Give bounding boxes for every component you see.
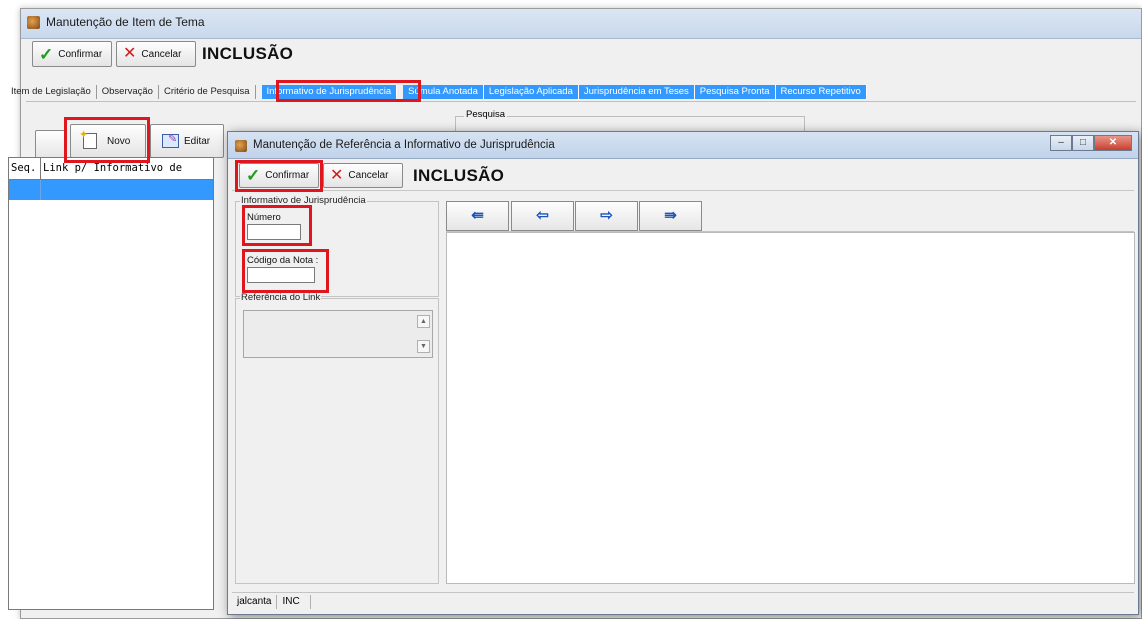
scroll-down-icon[interactable]: ▼ bbox=[417, 340, 430, 353]
status-mode: INC bbox=[277, 594, 312, 609]
check-icon: ✓ bbox=[39, 44, 54, 64]
close-icon: ✕ bbox=[123, 45, 137, 62]
group-referencia-legend: Referência do Link bbox=[240, 292, 322, 303]
inner-titlebar: Manutenção de Referência a Informativo d… bbox=[228, 132, 1138, 159]
new-button[interactable]: ✦ Novo bbox=[70, 124, 146, 158]
group-informativo-legend: Informativo de Jurisprudência bbox=[240, 195, 367, 206]
items-grid[interactable]: Seq. Link p/ Informativo de bbox=[8, 157, 214, 610]
numero-field[interactable] bbox=[247, 224, 301, 240]
outer-window-title: Manutenção de Item de Tema bbox=[46, 15, 205, 29]
last-record-icon[interactable]: ⇛ bbox=[639, 201, 702, 231]
codigo-nota-field[interactable] bbox=[247, 267, 315, 283]
grid-col-link[interactable]: Link p/ Informativo de bbox=[41, 158, 213, 179]
tab-informativo-jurisprudencia[interactable]: Informativo de Jurisprudência bbox=[261, 85, 398, 99]
outer-tab-bar: Item de Legislação Observação Critério d… bbox=[6, 85, 867, 99]
tab-criterio-pesquisa[interactable]: Critério de Pesquisa bbox=[159, 85, 256, 99]
outer-cancel-button[interactable]: ✕ Cancelar bbox=[116, 41, 196, 67]
inner-cancel-button[interactable]: ✕ Cancelar bbox=[323, 163, 403, 188]
outer-blank-button[interactable] bbox=[35, 130, 67, 160]
referencia-memo[interactable]: ▲ ▼ bbox=[243, 310, 433, 358]
window-controls: – □ ✕ bbox=[1050, 135, 1132, 151]
grid-header: Seq. Link p/ Informativo de bbox=[9, 158, 213, 180]
first-record-icon[interactable]: ⇚ bbox=[446, 201, 509, 231]
inner-mode-title: INCLUSÃO bbox=[413, 166, 505, 185]
inner-cancel-label: Cancelar bbox=[348, 170, 389, 181]
tab-pesquisa-pronta[interactable]: Pesquisa Pronta bbox=[694, 85, 776, 99]
outer-cancel-label: Cancelar bbox=[141, 48, 182, 60]
search-group-legend: Pesquisa bbox=[464, 109, 508, 120]
scroll-up-icon[interactable]: ▲ bbox=[417, 315, 430, 328]
new-document-icon: ✦ bbox=[79, 129, 97, 149]
outer-confirm-label: Confirmar bbox=[58, 48, 103, 60]
outer-titlebar: Manutenção de Item de Tema bbox=[21, 9, 1141, 39]
status-bar: jalcanta INC bbox=[232, 592, 1134, 610]
tab-item-legislacao[interactable]: Item de Legislação bbox=[6, 85, 97, 99]
detail-area bbox=[446, 232, 1135, 584]
check-icon: ✓ bbox=[246, 166, 261, 185]
tab-sumula-anotada[interactable]: Súmula Anotada bbox=[403, 85, 484, 99]
previous-record-icon[interactable]: ⇦ bbox=[511, 201, 574, 231]
edit-pencil-icon: ✎ bbox=[162, 133, 179, 148]
inner-window-title: Manutenção de Referência a Informativo d… bbox=[253, 139, 555, 151]
close-icon: ✕ bbox=[330, 166, 344, 184]
tab-jurisprudencia-teses[interactable]: Jurisprudência em Teses bbox=[578, 85, 695, 99]
new-button-label: Novo bbox=[107, 135, 131, 147]
status-user: jalcanta bbox=[232, 594, 278, 609]
table-row[interactable] bbox=[9, 180, 213, 200]
maximize-icon[interactable]: □ bbox=[1072, 135, 1094, 151]
inner-window: Manutenção de Referência a Informativo d… bbox=[227, 131, 1139, 615]
app-icon bbox=[235, 140, 247, 152]
window-close-icon[interactable]: ✕ bbox=[1094, 135, 1132, 151]
inner-toolbar-divider bbox=[232, 190, 1134, 191]
navigation-bar: ⇚ ⇦ ⇨ ⇛ bbox=[446, 199, 1134, 232]
tab-legislacao-aplicada[interactable]: Legislação Aplicada bbox=[483, 85, 579, 99]
outer-confirm-button[interactable]: ✓ Confirmar bbox=[32, 41, 112, 67]
minimize-icon[interactable]: – bbox=[1050, 135, 1072, 151]
grid-col-seq[interactable]: Seq. bbox=[9, 158, 41, 179]
edit-button[interactable]: ✎ Editar bbox=[150, 124, 224, 158]
codigo-nota-label: Código da Nota : bbox=[247, 255, 319, 266]
outer-mode-title: INCLUSÃO bbox=[202, 44, 294, 63]
tab-recurso-repetitivo[interactable]: Recurso Repetitivo bbox=[775, 85, 867, 99]
app-icon bbox=[27, 16, 40, 29]
next-record-icon[interactable]: ⇨ bbox=[575, 201, 638, 231]
edit-button-label: Editar bbox=[184, 135, 211, 147]
numero-label: Número bbox=[247, 212, 281, 223]
tab-panel-divider bbox=[26, 101, 1136, 102]
tab-observacao[interactable]: Observação bbox=[97, 85, 159, 99]
inner-confirm-label: Confirmar bbox=[265, 170, 310, 181]
inner-confirm-button[interactable]: ✓ Confirmar bbox=[239, 163, 319, 188]
